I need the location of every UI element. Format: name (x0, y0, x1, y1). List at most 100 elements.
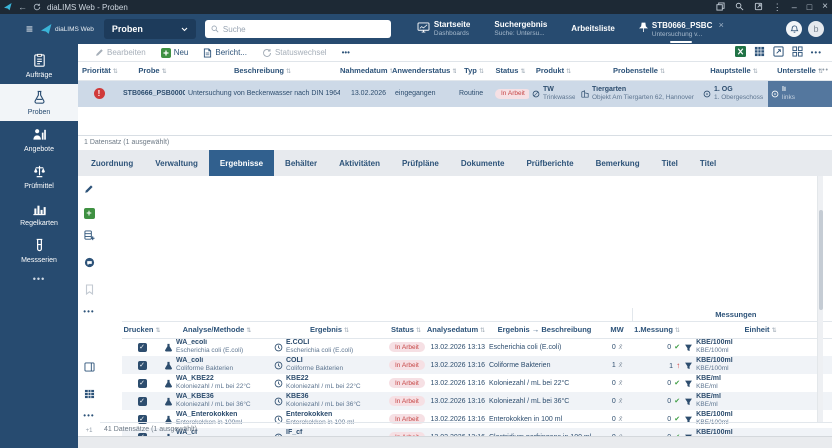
column-header-status[interactable]: Status ⇅ (387, 321, 425, 339)
comment-icon[interactable] (84, 255, 95, 273)
bookmark-icon[interactable] (85, 282, 94, 300)
unterstelle-cell-selected[interactable]: li links (768, 80, 832, 107)
module-selector[interactable]: Proben (103, 19, 196, 39)
results-scrollbar[interactable] (817, 176, 823, 422)
analysedatum-cell: 13.02.2026 13:16 (430, 379, 486, 387)
statuswechsel-button[interactable]: Statuswechsel (262, 48, 327, 58)
column-header-probe[interactable]: Probe ⇅ (120, 62, 185, 81)
notifications-button[interactable] (786, 21, 802, 37)
mean-icon: x̄ (618, 343, 623, 351)
reload-icon[interactable] (33, 3, 41, 11)
search-input[interactable] (222, 24, 385, 34)
open-window-icon[interactable] (773, 46, 784, 59)
nav-tab-startseite[interactable]: Startseite Dashboards (405, 14, 482, 44)
column-header-nahmedatum[interactable]: Nahmedatum⇅ (340, 62, 392, 81)
nav-tab-stb0666-psbc[interactable]: STB0666_PSBC × Untersuchung v... (627, 14, 736, 44)
edit-pencil-icon[interactable] (84, 181, 94, 199)
tab-verwaltung[interactable]: Verwaltung (144, 150, 209, 176)
beschreibung-cell: Coliforme Bakterien (489, 361, 551, 369)
column-header-hauptstelle[interactable]: Hauptstelle ⇅ (700, 62, 768, 81)
back-icon[interactable]: ← (18, 2, 27, 12)
grid-view-icon[interactable] (84, 386, 95, 404)
sidebar-item-aufträge[interactable]: Aufträge (0, 47, 78, 84)
column-header-probenstelle[interactable]: Probenstelle ⇅ (578, 62, 700, 81)
tab-zuordnung[interactable]: Zuordnung (80, 150, 144, 176)
results-table-header: Drucken ⇅ Analyse/Methode ⇅ Ergebnis ⇅ Status ⇅… (122, 321, 832, 339)
more-actions-button[interactable]: ••• (83, 308, 94, 316)
global-search[interactable] (204, 20, 391, 38)
result-row[interactable]: ✓ WA_KBE22 Koloniezahl / mL bei 22°C KBE22 K… (122, 374, 832, 392)
column-header-drucken[interactable]: Drucken ⇅ (122, 321, 162, 339)
panel-view-icon[interactable] (84, 359, 95, 377)
record-toolbar: Bearbeiten Neu Bericht... Statuswechsel ••• •… (78, 44, 832, 62)
result-row[interactable]: ✓ WA_coli Coliforme Bakterien COLI Coliforme… (122, 356, 832, 374)
sidebar-item-messserien[interactable]: Messserien (0, 232, 78, 269)
minimize-button[interactable]: – (792, 2, 797, 12)
window-titlebar: ← diaLIMS Web - Proben ⋮ – □ × (0, 0, 832, 14)
tab-aktivitäten[interactable]: Aktivitäten (328, 150, 391, 176)
column-header-m1[interactable]: 1.Messung ⇅ (632, 321, 683, 339)
column-header-analyse[interactable]: Analyse/Methode ⇅ (162, 321, 272, 339)
sidebar-item-regelkarten[interactable]: Regelkarten (0, 195, 78, 232)
search-page-icon[interactable] (735, 2, 744, 13)
print-checkbox[interactable]: ✓ (137, 342, 147, 352)
table-view-icon[interactable] (754, 46, 765, 59)
grid-more-button[interactable]: ••• (811, 48, 822, 57)
typ-cell: Routine (456, 80, 492, 107)
column-header-datum[interactable]: Analysedatum ⇅ (425, 321, 487, 339)
tab-ergebnisse[interactable]: Ergebnisse (208, 150, 275, 176)
layout-icon[interactable] (792, 46, 803, 59)
tab-prüfberichte[interactable]: Prüfberichte (515, 150, 584, 176)
hamburger-menu-icon[interactable]: ≡ (26, 23, 33, 35)
sidebar-item-more[interactable]: ••• (0, 269, 78, 289)
column-header-produkt[interactable]: Produkt ⇅ (529, 62, 578, 81)
open-external-icon[interactable] (754, 2, 763, 13)
tab-bemerkung[interactable]: Bemerkung (585, 150, 651, 176)
user-avatar[interactable]: b (808, 21, 824, 37)
more-views-button[interactable]: ••• (83, 412, 94, 420)
mw-cell: 0x̄ (611, 397, 623, 405)
column-header-typ[interactable]: Typ ⇅ (456, 62, 492, 81)
result-row[interactable]: ✓ WA_KBE36 Koloniezahl / mL bei 36°C KBE36 K… (122, 392, 832, 410)
sidebar-item-prüfmittel[interactable]: Prüfmittel (0, 158, 78, 195)
close-button[interactable]: × (822, 2, 828, 12)
tab-titel-10[interactable]: Titel (689, 150, 727, 176)
toolbar-more-button[interactable]: ••• (342, 48, 350, 57)
column-header-beschr: Ergebnis → Beschreibung (487, 321, 602, 339)
nav-tab-suchergebnis[interactable]: Suchergebnis Suche: Untersu... (482, 14, 559, 44)
column-header-status[interactable]: Status ⇅ (492, 62, 529, 81)
print-checkbox[interactable]: ✓ (137, 378, 147, 388)
add-result-button[interactable]: + (83, 208, 95, 219)
tab-overview-icon[interactable] (716, 1, 725, 13)
app-header: ≡ diaLIMS Web Proben StartseiteDashboard… (0, 14, 832, 44)
maximize-button[interactable]: □ (807, 2, 812, 12)
hauptstelle-cell: 1. OG 1. Obergeschoss (700, 80, 768, 107)
add-row-icon[interactable] (83, 228, 95, 246)
column-header-priorität[interactable]: Priorität ⇅ (78, 62, 120, 81)
print-checkbox[interactable]: ✓ (137, 396, 147, 406)
tab-behälter[interactable]: Behälter (274, 150, 328, 176)
column-header-einheit[interactable]: Einheit ⇅ (682, 321, 832, 339)
column-header-anwenderstatus[interactable]: Anwenderstatus ⇅ (392, 62, 456, 81)
table-row[interactable]: ! STB0666_PSB00001 Untersuchung von Beck… (78, 80, 832, 107)
tab-close-icon[interactable]: × (719, 20, 724, 30)
neu-button[interactable]: Neu (160, 47, 188, 58)
tab-dokumente[interactable]: Dokumente (450, 150, 516, 176)
sidebar-item-proben[interactable]: Proben (0, 84, 78, 121)
bearbeiten-button[interactable]: Bearbeiten (95, 48, 146, 57)
excel-export-icon[interactable] (734, 46, 746, 59)
tab-prüfpläne[interactable]: Prüfpläne (391, 150, 450, 176)
browser-menu-icon[interactable]: ⋮ (773, 2, 782, 12)
scrollbar-thumb[interactable] (819, 210, 823, 310)
bericht--button[interactable]: Bericht... (203, 48, 247, 58)
results-toolbar-rail: + ••• ••• +1 (78, 176, 100, 436)
nav-tab-arbeitsliste[interactable]: Arbeitsliste (559, 14, 627, 44)
more-count-indicator: +1 (85, 428, 93, 434)
column-header-beschreibung[interactable]: Beschreibung ⇅ (185, 62, 340, 81)
result-row[interactable]: ✓ WA_ecoli Escherichia coli (E.coli) E.COLI… (122, 338, 832, 356)
tab-titel-9[interactable]: Titel (651, 150, 689, 176)
sidebar-item-angebote[interactable]: Angebote (0, 121, 78, 158)
column-menu-button[interactable]: ••• (819, 67, 829, 74)
print-checkbox[interactable]: ✓ (137, 360, 147, 370)
column-header-ergebnis[interactable]: Ergebnis ⇅ (272, 321, 387, 339)
